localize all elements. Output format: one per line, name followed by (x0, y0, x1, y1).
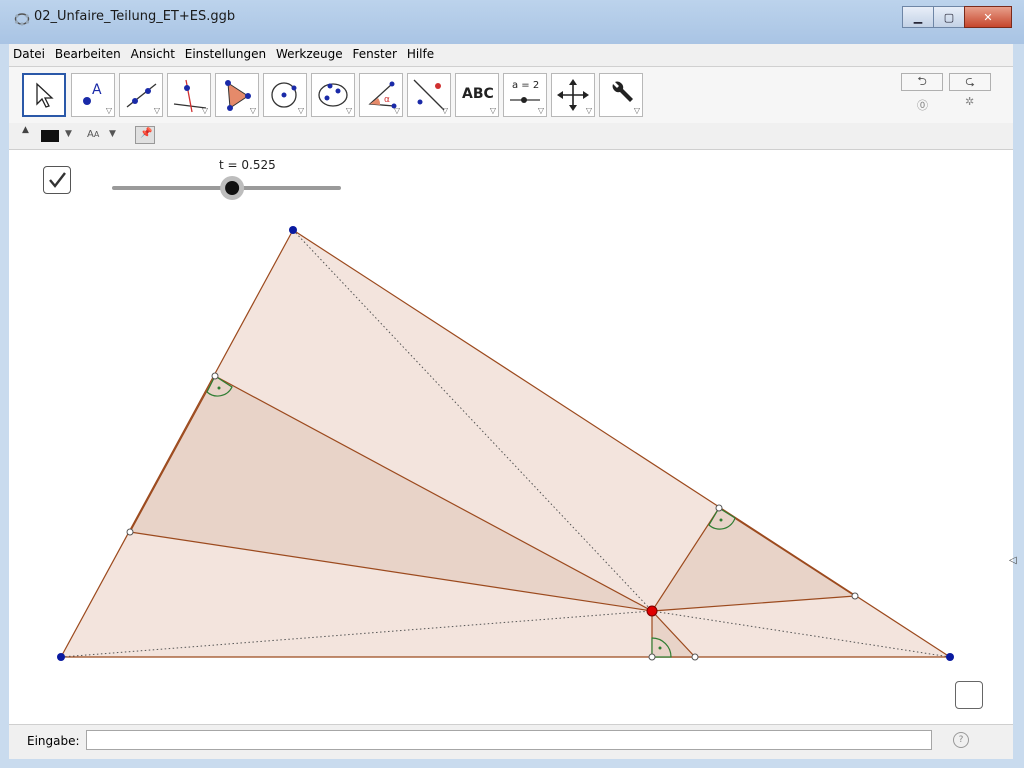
text-tool-label: ABC (462, 86, 494, 102)
vertex-bottom-left[interactable] (57, 653, 65, 661)
ellipse-tool-button[interactable]: ▽ (311, 73, 355, 117)
vertex-top[interactable] (289, 226, 297, 234)
menu-bar: Datei Bearbeiten Ansicht Einstellungen W… (9, 44, 1013, 67)
color-picker-button[interactable] (41, 130, 59, 142)
dropdown-arrow-icon: ▽ (441, 106, 448, 115)
foot-point-right-upper[interactable] (715, 504, 723, 512)
cursor-arrow-icon (36, 82, 54, 108)
menu-einstellungen[interactable]: Einstellungen (181, 44, 268, 61)
pin-button[interactable]: 📌 (135, 126, 155, 144)
app-window: 02_Unfaire_Teilung_ET+ES.ggb ▁ ▢ ✕ Datei… (0, 0, 1024, 768)
dropdown-arrow-icon: ▽ (201, 106, 208, 115)
settings-gear-icon[interactable]: ✲ (965, 95, 974, 108)
expand-panel-arrow-icon[interactable]: ◁ (1009, 555, 1017, 566)
point-tool-button[interactable]: A ▽ (71, 73, 115, 117)
input-field[interactable] (86, 730, 932, 750)
dropdown-arrow-icon: ▽ (345, 106, 352, 115)
slider-tool-button[interactable]: a = 2 ▽ (503, 73, 547, 117)
window-title: 02_Unfaire_Teilung_ET+ES.ggb (34, 9, 236, 24)
maximize-button[interactable]: ▢ (933, 6, 965, 28)
right-angle-dot-bottom (658, 646, 662, 650)
menu-datei[interactable]: Datei (9, 44, 47, 61)
style-bar: ▲ ▼ AA ▼ 📌 (9, 123, 1013, 150)
foot-point-bottom-left[interactable] (648, 653, 656, 661)
geogebra-logo-icon (14, 13, 30, 26)
close-button[interactable]: ✕ (964, 6, 1012, 28)
menu-werkzeuge[interactable]: Werkzeuge (272, 44, 345, 61)
undo-button[interactable]: ⮌ (901, 73, 943, 91)
empty-checkbox[interactable] (955, 681, 983, 709)
redo-button[interactable]: ⮎ (949, 73, 991, 91)
input-help-icon[interactable]: ? (953, 732, 969, 748)
redo-icon: ⮎ (965, 73, 975, 88)
circle-tool-button[interactable]: ▽ (263, 73, 307, 117)
graphics-view[interactable]: t = 0.525 ◁ (9, 150, 1017, 724)
foot-point-right-lower[interactable] (851, 592, 859, 600)
center-point[interactable] (646, 605, 658, 617)
dropdown-arrow-icon: ▽ (393, 106, 400, 115)
general-tools-button[interactable]: ▽ (599, 73, 643, 117)
stylebar-toggle-icon[interactable]: ▲ (22, 125, 29, 135)
svg-text:α: α (384, 95, 390, 105)
dropdown-arrow-icon: ▽ (153, 106, 160, 115)
move-tool-button[interactable] (22, 73, 66, 117)
dropdown-arrow-icon: ▽ (633, 106, 640, 115)
perpendicular-tool-button[interactable]: ▽ (167, 73, 211, 117)
svg-text:A: A (92, 82, 102, 98)
menu-hilfe[interactable]: Hilfe (403, 44, 436, 61)
polygon-tool-button[interactable]: ▽ (215, 73, 259, 117)
dropdown-arrow-icon: ▽ (249, 106, 256, 115)
foot-point-left-upper[interactable] (211, 372, 219, 380)
menu-fenster[interactable]: Fenster (348, 44, 399, 61)
input-label: Eingabe: (27, 734, 80, 748)
undo-icon: ⮌ (917, 73, 927, 88)
input-bar: Eingabe: ? (9, 724, 1013, 759)
move-graphics-tool-button[interactable]: ▽ (551, 73, 595, 117)
dropdown-arrow-icon: ▽ (585, 106, 592, 115)
text-tool-button[interactable]: ABC ▽ (455, 73, 499, 117)
foot-point-left-lower[interactable] (126, 528, 134, 536)
slider-knob-center[interactable] (225, 181, 240, 195)
window-controls: ▁ ▢ ✕ (902, 6, 1012, 28)
vertex-bottom-right[interactable] (946, 653, 954, 661)
dropdown-arrow-icon: ▽ (489, 106, 496, 115)
pin-icon: 📌 (140, 128, 153, 139)
text-size-dropdown-icon[interactable]: ▼ (109, 129, 116, 139)
right-angle-dot-right (719, 518, 723, 522)
minimize-button[interactable]: ▁ (902, 6, 934, 28)
minimize-icon: ▁ (913, 10, 923, 24)
dropdown-arrow-icon: ▽ (537, 106, 544, 115)
foot-point-bottom-right[interactable] (691, 653, 699, 661)
line-tool-button[interactable]: ▽ (119, 73, 163, 117)
color-dropdown-icon[interactable]: ▼ (65, 129, 72, 139)
close-icon: ✕ (983, 10, 993, 24)
title-bar: 02_Unfaire_Teilung_ET+ES.ggb ▁ ▢ ✕ (0, 0, 1024, 44)
maximize-icon: ▢ (943, 10, 955, 24)
angle-tool-button[interactable]: α ▽ (359, 73, 403, 117)
dropdown-arrow-icon: ▽ (105, 106, 112, 115)
toolbar: A ▽ ▽ ▽ ▽ ▽ ▽ α ▽ ▽ ABC ▽ a = 2 ▽ ▽ ▽ ⮌ … (9, 67, 1013, 124)
geometry-drawing (57, 176, 954, 661)
help-circle-icon[interactable]: ⓪ (917, 97, 928, 113)
right-angle-dot-left (217, 386, 221, 390)
text-size-icon[interactable]: AA (87, 129, 99, 140)
menu-bearbeiten[interactable]: Bearbeiten (51, 44, 123, 61)
reflect-tool-button[interactable]: ▽ (407, 73, 451, 117)
dropdown-arrow-icon: ▽ (297, 106, 304, 115)
menu-ansicht[interactable]: Ansicht (127, 44, 177, 61)
